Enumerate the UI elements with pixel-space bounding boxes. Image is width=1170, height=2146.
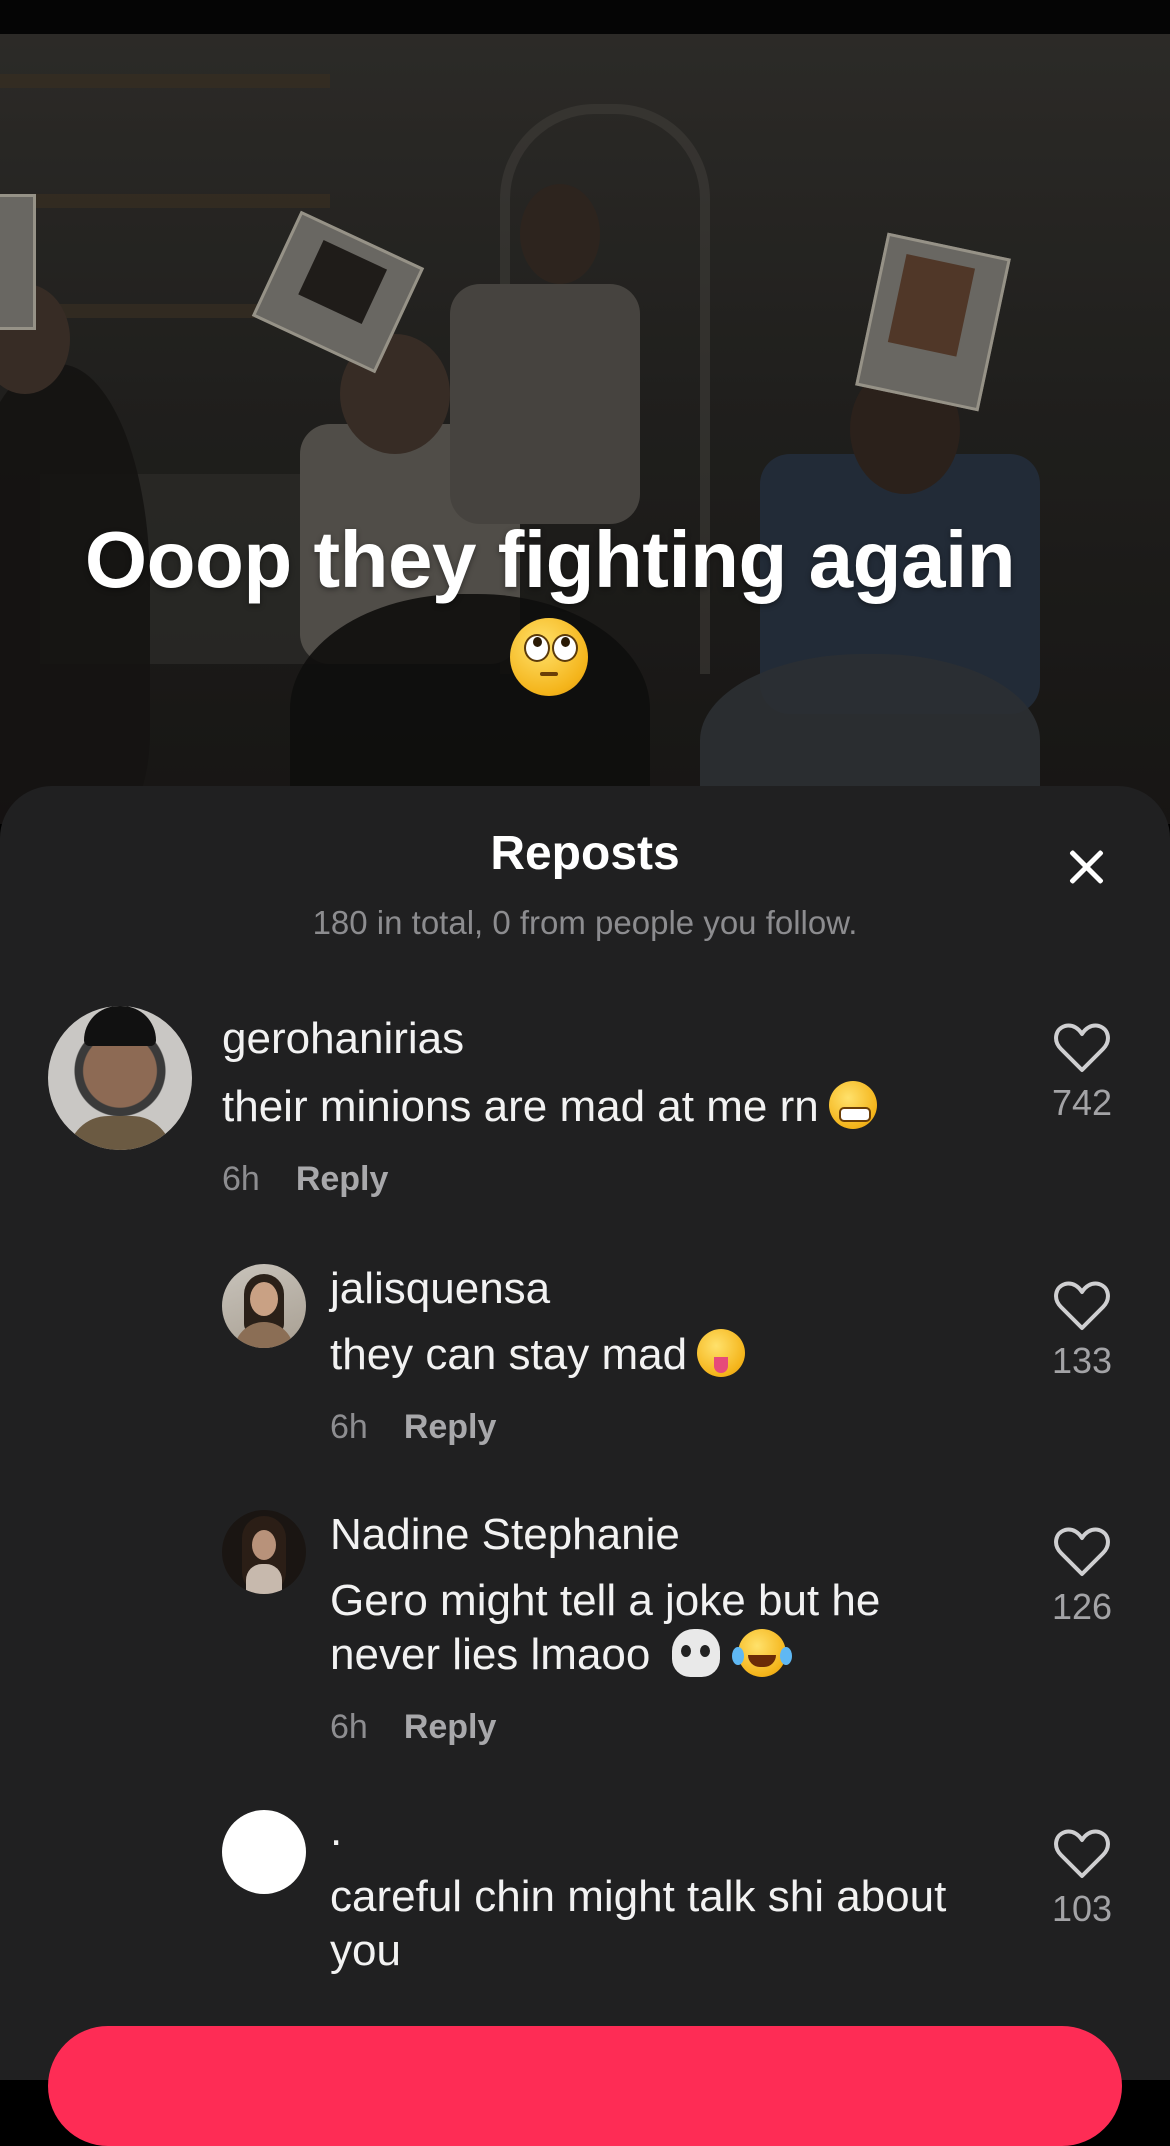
comment-meta: 6h Reply [222, 1160, 388, 1199]
like-count: 103 [1051, 1888, 1113, 1929]
heart-icon [1054, 1527, 1110, 1576]
like-button[interactable]: 103 [1036, 1828, 1128, 1930]
comment-text: Gero might tell a joke but he never lies… [330, 1576, 881, 1679]
status-bar [0, 0, 1170, 34]
squinting-tongue-face-icon [697, 1329, 746, 1377]
video-dim [0, 34, 1170, 824]
like-count: 742 [1051, 1082, 1113, 1123]
rolling-eyes-emoji-icon [510, 618, 588, 696]
like-button[interactable]: 742 [1036, 1022, 1128, 1124]
video-player[interactable] [0, 34, 1170, 824]
sheet-subtitle: 180 in total, 0 from people you follow. [312, 904, 858, 941]
reply-button[interactable]: Reply [404, 1708, 497, 1746]
heart-icon [1054, 1281, 1110, 1330]
comment-text: their minions are mad at me rn [222, 1080, 877, 1134]
tears-of-joy-face-icon [732, 1629, 787, 1677]
comment-text: careful chin might talk shi about you [330, 1872, 947, 1975]
grimacing-face-icon [828, 1081, 877, 1129]
comment-meta: 6h Reply [330, 1408, 496, 1447]
avatar[interactable] [222, 1510, 306, 1594]
avatar[interactable] [222, 1810, 306, 1894]
like-button[interactable]: 126 [1036, 1526, 1128, 1628]
heart-icon [1054, 1023, 1110, 1072]
comment-meta: 6h Reply [330, 1708, 496, 1747]
avatar[interactable] [48, 1006, 192, 1150]
like-count: 126 [1051, 1586, 1113, 1627]
close-icon[interactable] [1058, 840, 1114, 896]
sheet-title: Reposts [490, 827, 680, 880]
comment-username[interactable]: gerohanirias [222, 1014, 464, 1064]
comment-username[interactable]: jalisquensa [330, 1264, 550, 1314]
video-caption: Ooop they fighting again [84, 515, 1016, 604]
repost-action-button[interactable] [48, 2026, 1122, 2146]
comment-time: 6h [330, 1408, 368, 1446]
like-count: 133 [1051, 1340, 1113, 1381]
heart-icon [1054, 1829, 1110, 1878]
skull-icon [672, 1629, 721, 1677]
comment-text: they can stay mad [330, 1328, 746, 1382]
comment-time: 6h [222, 1160, 260, 1198]
like-button[interactable]: 133 [1036, 1280, 1128, 1382]
reply-button[interactable]: Reply [296, 1160, 389, 1198]
comment-username[interactable]: Nadine Stephanie [330, 1510, 680, 1560]
comment-time: 6h [330, 1708, 368, 1746]
comment-username[interactable]: . [330, 1806, 342, 1856]
reply-button[interactable]: Reply [404, 1408, 497, 1446]
avatar[interactable] [222, 1264, 306, 1348]
